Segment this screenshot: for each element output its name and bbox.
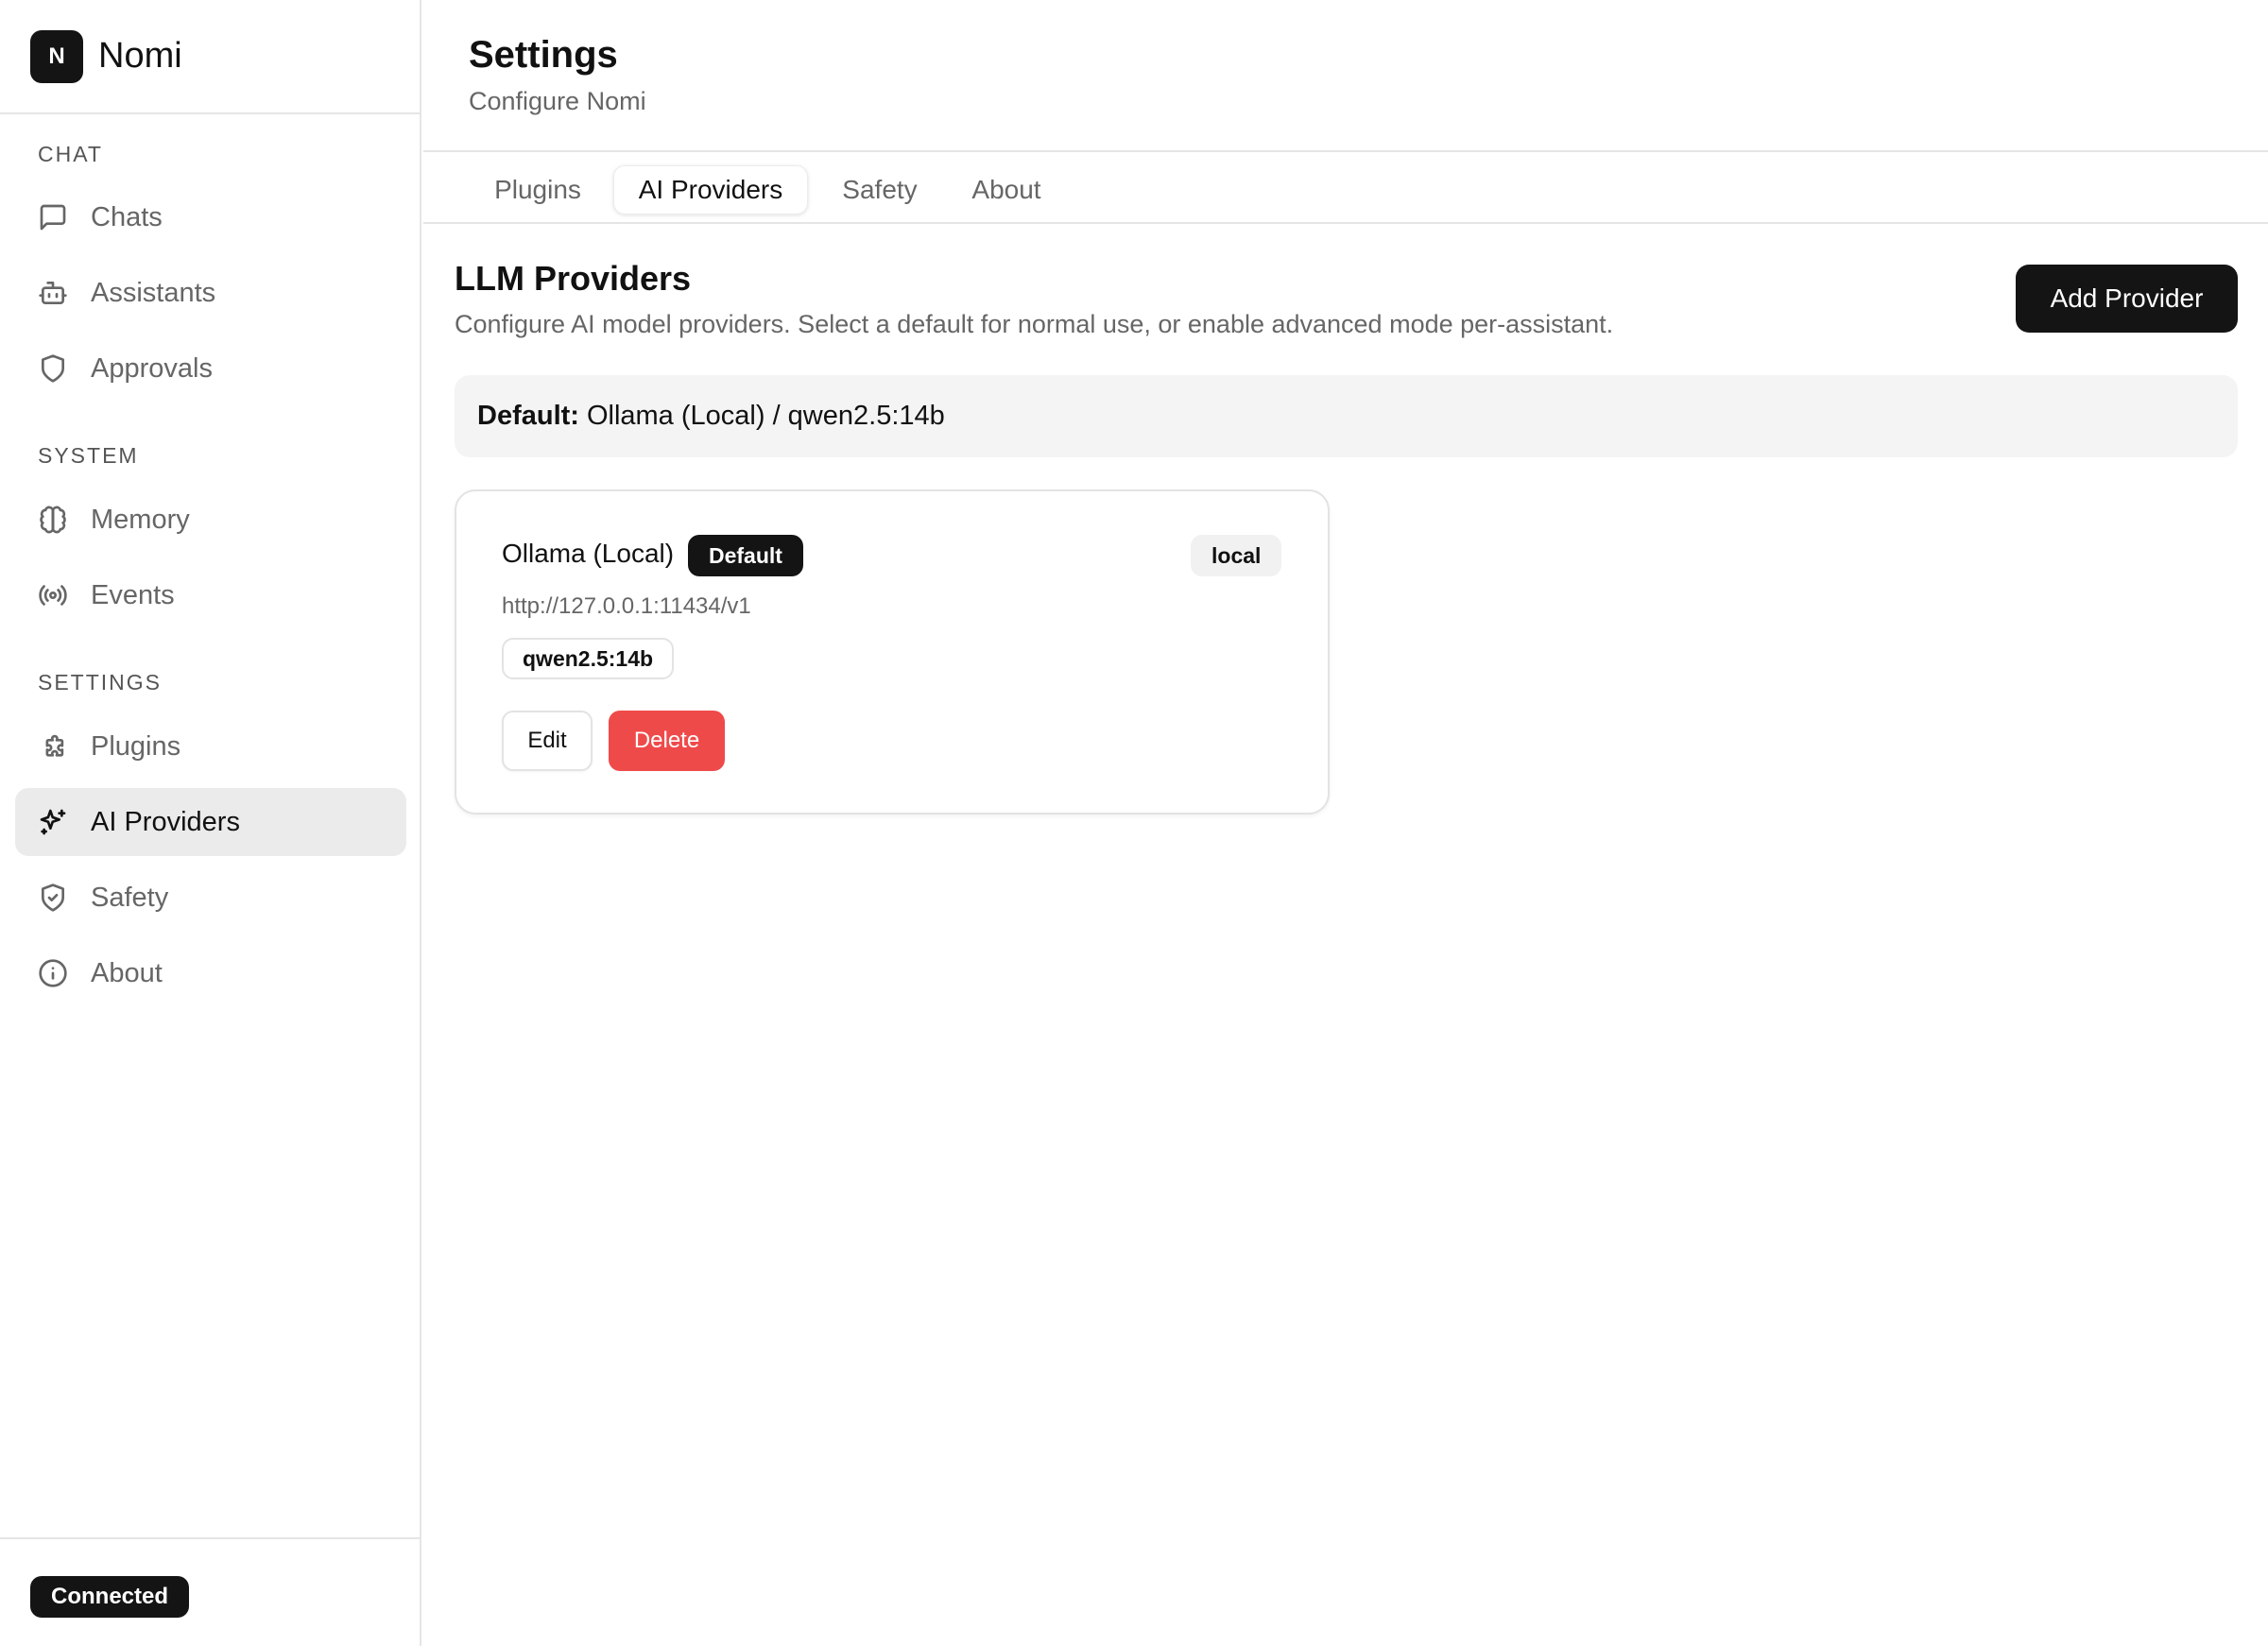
settings-tabs: Plugins AI Providers Safety About [423,154,2268,224]
section-label-settings: SETTINGS [38,670,163,694]
sidebar-item-label: Events [91,579,175,610]
sidebar-item-plugins[interactable]: Plugins [15,712,406,780]
page-header: Settings Configure Nomi [423,0,2268,152]
sparkles-icon [38,807,68,837]
default-badge: Default [688,535,803,576]
info-icon [38,958,68,988]
edit-provider-button[interactable]: Edit [502,711,593,771]
message-square-icon [38,202,68,232]
provider-url: http://127.0.0.1:11434/v1 [502,593,751,619]
sidebar-item-label: Chats [91,201,163,232]
tab-plugins[interactable]: Plugins [476,165,599,214]
shield-check-icon [38,883,68,913]
sidebar-item-label: About [91,957,163,988]
default-value: Ollama (Local) / qwen2.5:14b [586,401,945,431]
bot-icon [38,278,68,308]
add-provider-button[interactable]: Add Provider [2016,265,2238,333]
model-chip: qwen2.5:14b [502,638,675,679]
radio-icon [38,580,68,610]
tab-about[interactable]: About [951,165,1062,214]
sidebar-footer: Connected [0,1537,420,1646]
sidebar-item-label: AI Providers [91,806,240,837]
section-description: Configure AI model providers. Select a d… [455,310,1614,338]
sidebar: N Nomi CHAT Chats Assistants Approvals S… [0,0,421,1646]
connection-status-badge: Connected [30,1576,190,1618]
default-label: Default: [477,401,579,431]
default-provider-banner: Default: Ollama (Local) / qwen2.5:14b [455,375,2238,457]
page-title: Settings [469,34,618,76]
sidebar-item-label: Assistants [91,277,216,308]
section-title: LLM Providers [455,259,692,298]
brain-icon [38,505,68,535]
shield-icon [38,353,68,384]
sidebar-item-chats[interactable]: Chats [15,183,406,251]
tab-safety[interactable]: Safety [822,165,937,214]
sidebar-item-events[interactable]: Events [15,561,406,629]
sidebar-item-approvals[interactable]: Approvals [15,334,406,403]
puzzle-icon [38,731,68,762]
sidebar-item-assistants[interactable]: Assistants [15,259,406,327]
brand-logo: N [30,29,83,83]
delete-provider-button[interactable]: Delete [609,711,725,771]
section-label-chat: CHAT [38,142,103,166]
sidebar-item-ai-providers[interactable]: AI Providers [15,788,406,856]
sidebar-item-label: Memory [91,504,190,535]
provider-card: Ollama (Local) Default local http://127.… [455,489,1330,814]
tab-ai-providers[interactable]: AI Providers [613,165,808,214]
brand[interactable]: N Nomi [0,0,420,114]
sidebar-item-safety[interactable]: Safety [15,864,406,932]
sidebar-item-label: Approvals [91,352,213,384]
sidebar-item-memory[interactable]: Memory [15,486,406,554]
provider-name: Ollama (Local) [502,539,675,568]
provider-type-badge: local [1191,535,1282,576]
sidebar-item-label: Plugins [91,730,181,762]
page-subtitle: Configure Nomi [469,87,646,115]
sidebar-item-label: Safety [91,882,169,913]
sidebar-item-about[interactable]: About [15,939,406,1007]
brand-name: Nomi [98,36,182,76]
section-label-system: SYSTEM [38,443,139,468]
